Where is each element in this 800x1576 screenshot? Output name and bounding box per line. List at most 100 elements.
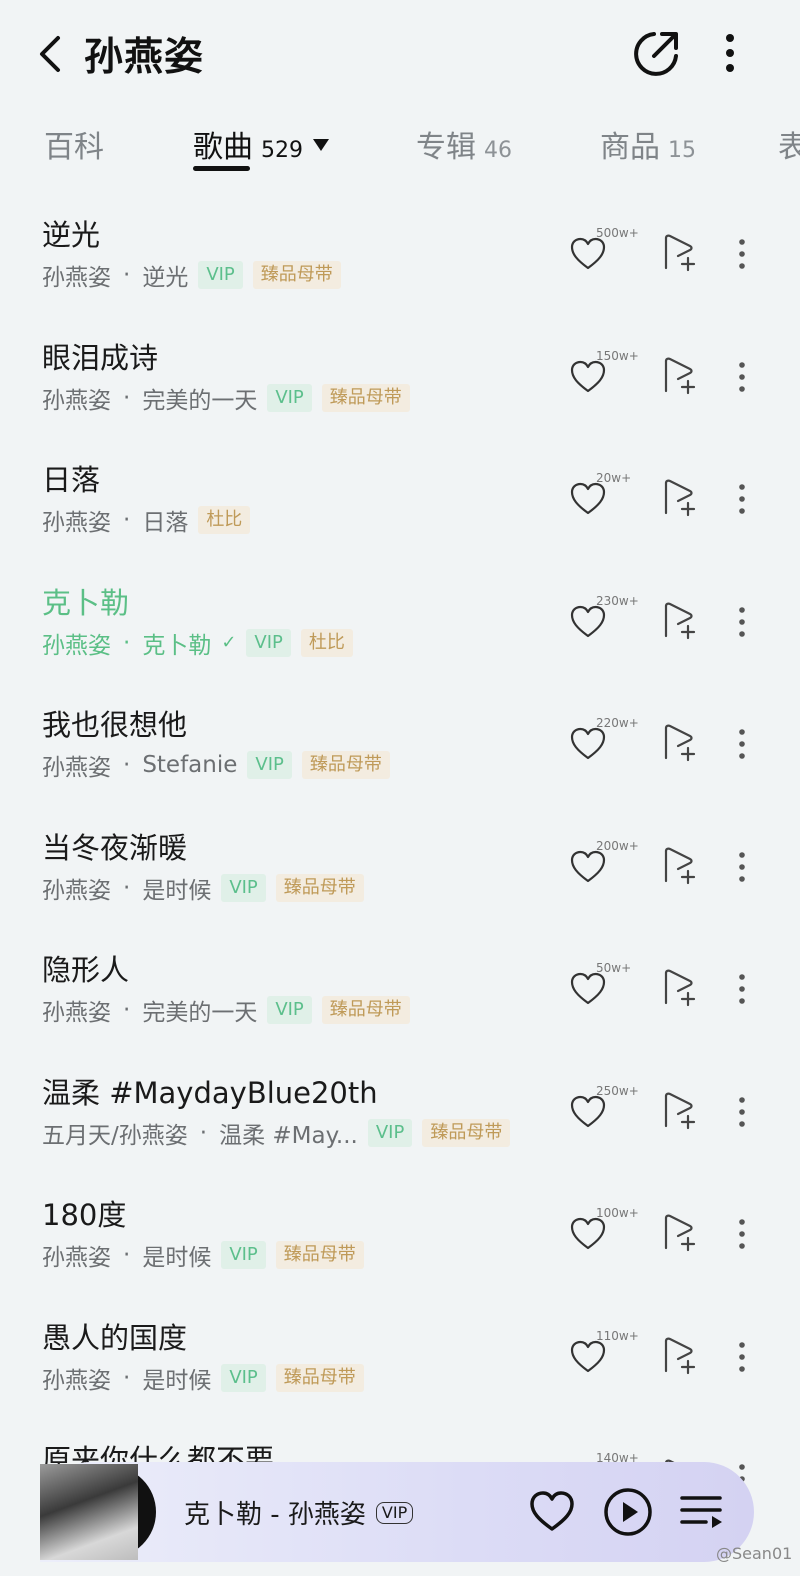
song-row[interactable]: 温柔 #MaydayBlue20th 五月天/孙燕姿 · 温柔 #May... VIP 臻… [0, 1054, 800, 1176]
tab-albums[interactable]: 专辑 46 [416, 122, 512, 166]
tab-label: 专辑 [416, 130, 476, 165]
like-button[interactable] [568, 724, 608, 764]
song-title: 眼泪成诗 [42, 340, 159, 375]
vertical-ellipsis-icon [739, 361, 745, 392]
add-to-playlist-button[interactable] [660, 722, 698, 764]
song-artist: 孙燕姿 [42, 1000, 111, 1026]
like-button[interactable] [568, 357, 608, 397]
song-title: 180度 [42, 1198, 127, 1232]
song-album: 温柔 #May... [219, 1122, 358, 1149]
song-row[interactable]: 眼泪成诗 孙燕姿 · 完美的一天 VIP 臻品母带 150w+ [0, 319, 800, 441]
caret-down-icon[interactable] [313, 138, 329, 151]
song-more-button[interactable] [728, 724, 756, 764]
song-album: 是时候 [142, 1367, 212, 1394]
add-to-playlist-button[interactable] [660, 845, 698, 887]
vip-badge: VIP [198, 261, 243, 289]
song-meta: 孙燕姿 · 克卜勒 ✓ VIP 杜比 [42, 626, 353, 660]
song-title: 日落 [42, 463, 101, 497]
tab-label: 表 [778, 130, 800, 165]
mini-player[interactable]: 克卜勒 - 孙燕姿 VIP [40, 1462, 754, 1562]
song-row[interactable]: 愚人的国度 孙燕姿 · 是时候 VIP 臻品母带 110w+ [0, 1299, 800, 1421]
vertical-ellipsis-icon [739, 974, 745, 1004]
active-tab-indicator [193, 166, 250, 171]
song-meta: 孙燕姿 · 是时候 VIP 臻品母带 [42, 1361, 364, 1395]
song-title: 温柔 #MaydayBlue20th [42, 1075, 378, 1110]
like-button[interactable] [568, 602, 608, 642]
player-like-button[interactable] [528, 1488, 576, 1536]
song-more-button[interactable] [728, 357, 756, 397]
heart-icon [570, 850, 606, 882]
add-to-playlist-button[interactable] [660, 477, 698, 519]
song-artist: 五月天/孙燕姿 [42, 1122, 188, 1149]
song-album: 逆光 [142, 265, 189, 291]
meta-separator: · [123, 1364, 131, 1391]
like-count: 220w+ [596, 716, 639, 730]
now-playing-title[interactable]: 克卜勒 - 孙燕姿 VIP [184, 1494, 414, 1531]
tab-bar: 百科 歌曲 529 专辑 46 商品 15 表 [0, 108, 800, 178]
song-more-button[interactable] [728, 969, 756, 1009]
add-to-playlist-button[interactable] [660, 1335, 698, 1377]
tab-more[interactable]: 表 [778, 122, 800, 166]
song-artist: 孙燕姿 [42, 632, 111, 659]
tab-baike[interactable]: 百科 [44, 122, 104, 166]
tab-products[interactable]: 商品 15 [600, 122, 696, 166]
song-more-button[interactable] [728, 234, 756, 274]
back-button[interactable] [32, 32, 72, 76]
song-more-button[interactable] [728, 1092, 756, 1132]
like-count: 110w+ [596, 1328, 639, 1343]
album-art[interactable] [40, 1462, 158, 1562]
like-count: 100w+ [596, 1206, 639, 1220]
like-button[interactable] [568, 1214, 608, 1254]
song-row[interactable]: 日落 孙燕姿 · 日落 杜比 20w+ [0, 441, 800, 563]
heart-icon [530, 1491, 574, 1531]
song-row[interactable]: 当冬夜渐暖 孙燕姿 · 是时候 VIP 臻品母带 200w+ [0, 809, 800, 931]
song-artist: 孙燕姿 [42, 1245, 111, 1271]
add-to-playlist-button[interactable] [660, 1090, 698, 1132]
add-to-playlist-button[interactable] [660, 600, 698, 642]
quality-badge: 杜比 [300, 628, 353, 657]
playlist-button[interactable] [678, 1488, 726, 1536]
like-button[interactable] [568, 479, 608, 519]
song-meta: 孙燕姿 · 是时候 VIP 臻品母带 [42, 1238, 364, 1272]
song-row[interactable]: 逆光 孙燕姿 · 逆光 VIP 臻品母带 500w+ [0, 196, 800, 318]
song-more-button[interactable] [728, 1214, 756, 1254]
album-cover [40, 1464, 138, 1560]
tab-label: 百科 [44, 130, 104, 165]
add-to-playlist-button[interactable] [660, 1212, 698, 1254]
tab-songs[interactable]: 歌曲 529 [193, 122, 329, 166]
like-button[interactable] [568, 1092, 608, 1132]
quality-badge: 臻品母带 [321, 996, 410, 1024]
song-row[interactable]: 我也很想他 孙燕姿 · Stefanie VIP 臻品母带 220w+ [0, 686, 800, 808]
song-more-button[interactable] [728, 1337, 756, 1377]
meta-separator: · [123, 752, 131, 778]
like-button[interactable] [568, 847, 608, 887]
song-album: Stefanie [142, 752, 238, 778]
song-title: 克卜勒 [42, 585, 130, 620]
vip-badge: VIP [247, 751, 292, 779]
song-row[interactable]: 克卜勒 孙燕姿 · 克卜勒 ✓ VIP 杜比 230w+ [0, 564, 800, 686]
share-icon [634, 32, 678, 76]
song-meta: 孙燕姿 · 日落 杜比 [42, 503, 251, 537]
song-more-button[interactable] [728, 479, 756, 519]
vip-badge: VIP [367, 1118, 413, 1147]
like-button[interactable] [568, 234, 608, 274]
add-to-playlist-button[interactable] [660, 355, 698, 397]
add-to-playlist-button[interactable] [660, 232, 698, 274]
play-button[interactable] [602, 1486, 654, 1538]
share-button[interactable] [630, 28, 682, 80]
vip-badge: VIP [221, 1241, 266, 1269]
song-row[interactable]: 180度孙燕姿 · 是时候 VIP 臻品母带 100w+ [0, 1176, 800, 1298]
more-options-button[interactable] [712, 30, 748, 78]
song-meta: 孙燕姿 · 完美的一天 VIP 臻品母带 [42, 381, 410, 415]
song-more-button[interactable] [728, 602, 756, 642]
song-album: 完美的一天 [142, 387, 258, 414]
song-title: 愚人的国度 [42, 1320, 188, 1355]
vip-badge: VIP [267, 996, 312, 1024]
add-to-playlist-button[interactable] [660, 967, 698, 1009]
like-button[interactable] [568, 1337, 608, 1377]
song-row[interactable]: 隐形人 孙燕姿 · 完美的一天 VIP 臻品母带 50w+ [0, 931, 800, 1053]
song-meta: 孙燕姿 · 完美的一天 VIP 臻品母带 [42, 993, 410, 1027]
heart-icon [570, 237, 606, 270]
song-more-button[interactable] [728, 847, 756, 887]
like-button[interactable] [568, 969, 608, 1009]
